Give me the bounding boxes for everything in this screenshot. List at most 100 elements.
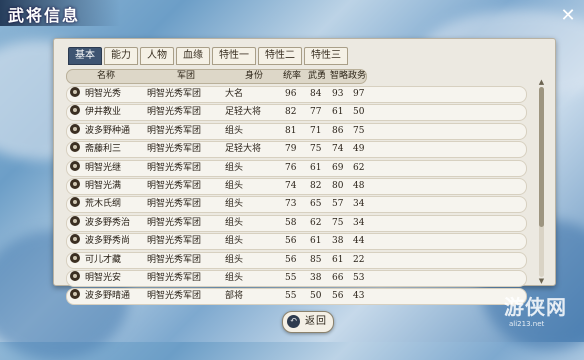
cell-valor: 50 bbox=[310, 291, 322, 302]
window-title: 武将信息 bbox=[8, 6, 81, 25]
cell-politics: 22 bbox=[353, 254, 365, 265]
tab-trait-3[interactable]: 特性三 bbox=[304, 47, 348, 65]
table-row[interactable]: 明智光秀 明智光秀军团 大名 96 84 93 97 bbox=[66, 86, 527, 103]
cell-politics: 49 bbox=[353, 144, 365, 155]
cell-corps: 明智光秀军团 bbox=[147, 107, 202, 118]
cell-rank: 组头 bbox=[225, 125, 244, 136]
table-row[interactable]: 波多野晴通 明智光秀军团 部将 55 50 56 43 bbox=[66, 288, 527, 306]
cell-name: 波多野秀尚 bbox=[85, 236, 131, 247]
table-row[interactable]: 斋藤利三 明智光秀军团 足轻大将 79 75 74 49 bbox=[66, 141, 527, 159]
cell-intellect: 38 bbox=[332, 236, 344, 247]
cell-politics: 34 bbox=[353, 199, 365, 210]
cell-valor: 71 bbox=[310, 125, 322, 136]
table-row[interactable]: 波多野种通 明智光秀军团 组头 81 71 86 75 bbox=[66, 122, 527, 140]
table-row[interactable]: 伊井教业 明智光秀军团 足轻大将 82 77 61 50 bbox=[66, 104, 527, 122]
cell-valor: 85 bbox=[310, 254, 322, 265]
scroll-down-icon[interactable]: ▼ bbox=[536, 277, 547, 285]
cell-rank: 大名 bbox=[225, 89, 244, 99]
watermark-url: ali213.net bbox=[509, 320, 545, 328]
tab-trait-2[interactable]: 特性二 bbox=[258, 47, 302, 65]
cell-leadership: 55 bbox=[285, 272, 297, 283]
scroll-up-icon[interactable]: ▲ bbox=[536, 78, 547, 86]
cell-rank: 部将 bbox=[225, 291, 244, 302]
clan-crest-icon bbox=[70, 197, 80, 208]
column-header-politics[interactable]: 政务 bbox=[348, 70, 366, 83]
column-header-rank[interactable]: 身份 bbox=[245, 70, 263, 83]
cell-intellect: 93 bbox=[332, 89, 344, 99]
clan-crest-icon bbox=[70, 252, 80, 263]
clan-crest-icon bbox=[70, 178, 80, 189]
cell-politics: 62 bbox=[353, 162, 365, 173]
cell-rank: 组头 bbox=[225, 199, 244, 210]
cell-intellect: 61 bbox=[332, 107, 344, 118]
cell-politics: 75 bbox=[353, 125, 365, 136]
cell-leadership: 79 bbox=[285, 144, 297, 155]
close-icon[interactable]: ✕ bbox=[558, 6, 578, 26]
cell-valor: 65 bbox=[310, 199, 322, 210]
cell-intellect: 66 bbox=[332, 272, 344, 283]
table-row[interactable]: 可儿才藏 明智光秀军团 组头 56 85 61 22 bbox=[66, 251, 527, 269]
tab-basic[interactable]: 基本 bbox=[68, 47, 102, 65]
cell-rank: 组头 bbox=[225, 217, 244, 228]
column-header-valor[interactable]: 武勇 bbox=[308, 70, 326, 83]
scroll-thumb[interactable] bbox=[539, 87, 544, 227]
table-row[interactable]: 明智光安 明智光秀军团 组头 55 38 66 53 bbox=[66, 269, 527, 287]
cell-intellect: 86 bbox=[332, 125, 344, 136]
cell-leadership: 82 bbox=[285, 107, 297, 118]
tab-trait-1[interactable]: 特性一 bbox=[212, 47, 256, 65]
tab-person[interactable]: 人物 bbox=[140, 47, 174, 65]
cell-intellect: 56 bbox=[332, 291, 344, 302]
clan-crest-icon bbox=[70, 142, 80, 153]
clan-crest-icon bbox=[70, 160, 80, 171]
column-header-leadership[interactable]: 统率 bbox=[283, 70, 301, 83]
tab-lineage[interactable]: 血缘 bbox=[176, 47, 210, 65]
cell-name: 荒木氏纲 bbox=[85, 199, 122, 210]
cell-valor: 61 bbox=[310, 162, 322, 173]
table-row[interactable]: 明智光满 明智光秀军团 组头 74 82 80 48 bbox=[66, 177, 527, 195]
table-row[interactable]: 波多野秀尚 明智光秀军团 组头 56 61 38 44 bbox=[66, 233, 527, 251]
cell-leadership: 73 bbox=[285, 199, 297, 210]
column-header-corps[interactable]: 军团 bbox=[177, 70, 195, 83]
cell-corps: 明智光秀军团 bbox=[147, 272, 202, 283]
cell-valor: 82 bbox=[310, 180, 322, 191]
cell-intellect: 75 bbox=[332, 217, 344, 228]
column-header-name[interactable]: 名称 bbox=[97, 70, 115, 83]
cell-valor: 84 bbox=[310, 89, 322, 99]
cell-leadership: 55 bbox=[285, 291, 297, 302]
cell-name: 波多野秀治 bbox=[85, 217, 131, 228]
table-row[interactable]: 荒木氏纲 明智光秀军团 组头 73 65 57 34 bbox=[66, 196, 527, 214]
cell-corps: 明智光秀军团 bbox=[147, 180, 202, 191]
table-row[interactable]: 明智光继 明智光秀军团 组头 76 61 69 62 bbox=[66, 159, 527, 177]
cell-name: 明智光秀 bbox=[85, 89, 122, 99]
tab-ability[interactable]: 能力 bbox=[104, 47, 138, 65]
officer-list: 明智光秀 明智光秀军团 大名 96 84 93 97 伊井教业 明智光秀军团 足轻大将 82 77 61… bbox=[66, 86, 527, 307]
cell-rank: 组头 bbox=[225, 254, 244, 265]
back-label: 返回 bbox=[305, 316, 327, 327]
clan-crest-icon bbox=[70, 105, 80, 116]
cell-valor: 62 bbox=[310, 217, 322, 228]
cell-intellect: 80 bbox=[332, 180, 344, 191]
table-row[interactable]: 波多野秀治 明智光秀军团 组头 58 62 75 34 bbox=[66, 214, 527, 232]
back-button[interactable]: ↶ 返回 bbox=[282, 311, 334, 333]
cell-intellect: 74 bbox=[332, 144, 344, 155]
cell-rank: 足轻大将 bbox=[225, 107, 262, 118]
cell-valor: 38 bbox=[310, 272, 322, 283]
back-icon: ↶ bbox=[287, 315, 300, 328]
tab-bar: 基本 能力 人物 血缘 特性一 特性二 特性三 bbox=[68, 47, 348, 65]
cell-politics: 97 bbox=[353, 89, 365, 99]
cell-name: 斋藤利三 bbox=[85, 144, 122, 155]
cell-rank: 组头 bbox=[225, 272, 244, 283]
scrollbar[interactable] bbox=[539, 87, 544, 277]
cell-rank: 组头 bbox=[225, 162, 244, 173]
cell-name: 可儿才藏 bbox=[85, 254, 122, 265]
cell-politics: 34 bbox=[353, 217, 365, 228]
cell-intellect: 61 bbox=[332, 254, 344, 265]
cell-rank: 足轻大将 bbox=[225, 144, 262, 155]
clan-crest-icon bbox=[70, 87, 80, 97]
cell-name: 明智光满 bbox=[85, 180, 122, 191]
cell-corps: 明智光秀军团 bbox=[147, 236, 202, 247]
clan-crest-icon bbox=[70, 215, 80, 226]
column-header-intellect[interactable]: 智略 bbox=[330, 70, 348, 83]
cell-politics: 48 bbox=[353, 180, 365, 191]
cell-name: 波多野种通 bbox=[85, 125, 131, 136]
